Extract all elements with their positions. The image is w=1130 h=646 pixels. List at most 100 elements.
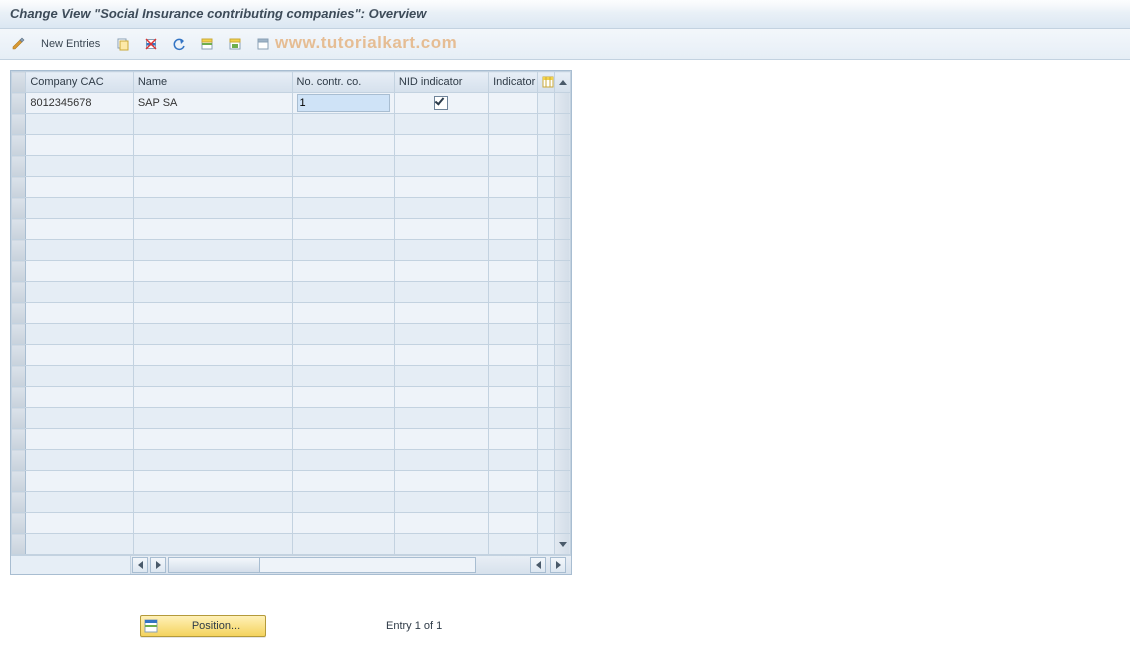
copy-as-icon[interactable] <box>111 33 135 55</box>
cell-no-contr-co-td[interactable] <box>292 492 394 513</box>
cell-name-td[interactable] <box>133 219 292 240</box>
new-entries-button[interactable]: New Entries <box>34 33 107 55</box>
cell-nid-indicator-td[interactable] <box>394 471 488 492</box>
vscroll-track-cell[interactable] <box>554 387 570 408</box>
cell-indicator-td[interactable] <box>489 240 538 261</box>
cell-company-cac-td[interactable] <box>26 198 134 219</box>
vscroll-track-cell[interactable] <box>554 492 570 513</box>
vscroll-track-cell[interactable] <box>554 114 570 135</box>
vscroll-track-cell[interactable] <box>554 345 570 366</box>
row-selector[interactable] <box>12 345 26 366</box>
cell-no-contr-co-td[interactable] <box>292 93 394 114</box>
col-header-name[interactable]: Name <box>133 72 292 93</box>
hscroll-track[interactable] <box>168 557 476 573</box>
cell-company-cac-td[interactable] <box>26 261 134 282</box>
cell-no-contr-co-td[interactable] <box>292 387 394 408</box>
cell-company-cac-td[interactable] <box>26 408 134 429</box>
cell-name-td[interactable] <box>133 513 292 534</box>
col-header-nid-indicator[interactable]: NID indicator <box>394 72 488 93</box>
row-selector[interactable] <box>12 177 26 198</box>
row-selector[interactable] <box>12 492 26 513</box>
cell-company-cac-td[interactable] <box>26 513 134 534</box>
hscroll-step-left-button[interactable] <box>530 557 546 573</box>
vscroll-track-cell[interactable] <box>554 471 570 492</box>
cell-name-td[interactable] <box>133 282 292 303</box>
cell-company-cac[interactable]: 8012345678 <box>30 97 91 109</box>
cell-company-cac-td[interactable] <box>26 135 134 156</box>
cell-company-cac-td[interactable] <box>26 114 134 135</box>
cell-name-td[interactable] <box>133 429 292 450</box>
cell-company-cac-td[interactable] <box>26 492 134 513</box>
col-header-indicator[interactable]: Indicator <box>489 72 538 93</box>
cell-nid-indicator-td[interactable] <box>394 261 488 282</box>
cell-indicator-td[interactable] <box>489 324 538 345</box>
row-selector-header[interactable] <box>12 72 26 93</box>
cell-name-td[interactable] <box>133 135 292 156</box>
cell-nid-indicator-td[interactable] <box>394 408 488 429</box>
cell-company-cac-td[interactable] <box>26 366 134 387</box>
cell-no-contr-co-td[interactable] <box>292 366 394 387</box>
cell-no-contr-co-td[interactable] <box>292 135 394 156</box>
position-button[interactable]: Position... <box>140 615 266 637</box>
cell-nid-indicator-td[interactable] <box>394 303 488 324</box>
row-selector[interactable] <box>12 471 26 492</box>
cell-name-td[interactable] <box>133 177 292 198</box>
cell-indicator-td[interactable] <box>489 408 538 429</box>
cell-company-cac-td[interactable] <box>26 303 134 324</box>
cell-name-td[interactable] <box>133 303 292 324</box>
col-header-no-contr-co[interactable]: No. contr. co. <box>292 72 394 93</box>
toggle-display-change-icon[interactable] <box>6 33 30 55</box>
cell-nid-indicator-td[interactable] <box>394 219 488 240</box>
cell-name[interactable]: SAP SA <box>138 97 178 109</box>
vscroll-track-cell[interactable] <box>554 450 570 471</box>
cell-name-td[interactable] <box>133 198 292 219</box>
vscroll-up-button[interactable] <box>554 72 570 93</box>
cell-nid-indicator-td[interactable] <box>394 114 488 135</box>
vscroll-track-cell[interactable] <box>554 177 570 198</box>
row-selector[interactable] <box>12 261 26 282</box>
nid-checkbox[interactable] <box>434 96 448 110</box>
vscroll-track-cell[interactable] <box>554 324 570 345</box>
cell-indicator-td[interactable] <box>489 450 538 471</box>
cell-name-td[interactable] <box>133 387 292 408</box>
cell-no-contr-co-td[interactable] <box>292 177 394 198</box>
vscroll-track-cell[interactable] <box>554 429 570 450</box>
cell-indicator-td[interactable] <box>489 513 538 534</box>
cell-company-cac-td[interactable] <box>26 345 134 366</box>
cell-no-contr-co-td[interactable] <box>292 261 394 282</box>
cell-name-td[interactable] <box>133 156 292 177</box>
cell-company-cac-td[interactable] <box>26 282 134 303</box>
cell-nid-indicator-td[interactable] <box>394 240 488 261</box>
delete-icon[interactable] <box>139 33 163 55</box>
row-selector[interactable] <box>12 198 26 219</box>
cell-indicator-td[interactable] <box>489 261 538 282</box>
cell-no-contr-co-td[interactable] <box>292 240 394 261</box>
cell-company-cac-td[interactable] <box>26 387 134 408</box>
row-selector[interactable] <box>12 387 26 408</box>
hscroll-step-right-button[interactable] <box>150 557 166 573</box>
cell-company-cac-td[interactable]: 8012345678 <box>26 93 134 114</box>
cell-indicator-td[interactable] <box>489 366 538 387</box>
cell-name-td[interactable] <box>133 324 292 345</box>
cell-company-cac-td[interactable] <box>26 534 134 555</box>
cell-no-contr-co-td[interactable] <box>292 282 394 303</box>
undo-change-icon[interactable] <box>167 33 191 55</box>
cell-company-cac-td[interactable] <box>26 450 134 471</box>
cell-indicator-td[interactable] <box>489 345 538 366</box>
cell-nid-indicator-td[interactable] <box>394 177 488 198</box>
cell-name-td[interactable] <box>133 240 292 261</box>
cell-name-td[interactable] <box>133 366 292 387</box>
vscroll-track-cell[interactable] <box>554 534 570 555</box>
cell-name-td[interactable] <box>133 408 292 429</box>
vscroll-track-cell[interactable] <box>554 240 570 261</box>
select-all-icon[interactable] <box>195 33 219 55</box>
cell-nid-indicator-td[interactable] <box>394 387 488 408</box>
vscroll-track-cell[interactable] <box>554 198 570 219</box>
hscroll-thumb[interactable] <box>169 558 260 572</box>
row-selector[interactable] <box>12 408 26 429</box>
cell-name-td[interactable] <box>133 261 292 282</box>
cell-name-td[interactable] <box>133 471 292 492</box>
cell-nid-indicator-td[interactable] <box>394 324 488 345</box>
cell-nid-indicator-td[interactable] <box>394 135 488 156</box>
cell-nid-indicator-td[interactable] <box>394 429 488 450</box>
